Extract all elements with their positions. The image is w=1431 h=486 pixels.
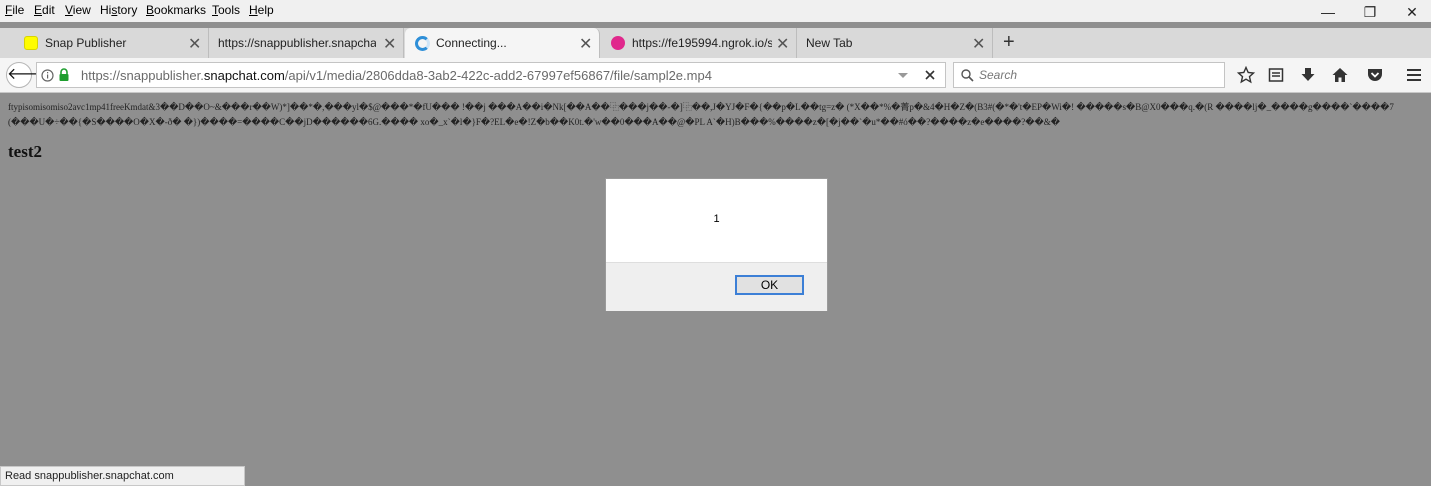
stop-icon[interactable]	[925, 70, 935, 80]
menu-icon[interactable]	[1404, 66, 1424, 84]
close-icon[interactable]: ✕	[972, 34, 985, 54]
minimize-icon[interactable]: —	[1313, 2, 1343, 22]
menu-edit[interactable]: Edit	[34, 3, 55, 17]
info-icon[interactable]	[41, 69, 54, 82]
status-bar: Read snappublisher.snapchat.com	[0, 466, 245, 486]
tab-title: Connecting...	[436, 36, 507, 50]
alert-footer: OK	[606, 262, 827, 311]
back-arrow-icon[interactable]: 🡐	[6, 62, 50, 88]
lock-icon[interactable]	[58, 68, 70, 82]
tab-title: Snap Publisher	[45, 36, 127, 50]
tab-title: https://snappublisher.snapchat.c	[218, 36, 376, 50]
menu-view[interactable]: View	[65, 3, 91, 17]
home-icon[interactable]	[1330, 66, 1350, 84]
tab-strip: Snap Publisher ✕ https://snappublisher.s…	[0, 28, 1431, 58]
close-icon[interactable]: ✕	[776, 34, 789, 54]
close-icon[interactable]: ✕	[188, 34, 201, 54]
tab-snappublisher-url[interactable]: https://snappublisher.snapchat.c ✕	[209, 28, 404, 58]
close-icon[interactable]: ✕	[383, 34, 396, 54]
reading-list-icon[interactable]	[1266, 66, 1286, 84]
navigation-bar: 🡐 https://snappublisher.snapchat.com/api…	[0, 58, 1431, 93]
ngrok-favicon-icon	[611, 36, 625, 50]
search-bar[interactable]: Search	[953, 62, 1225, 88]
url-bar[interactable]: https://snappublisher.snapchat.com/api/v…	[36, 62, 946, 88]
tab-connecting[interactable]: Connecting... ✕	[405, 28, 600, 58]
menu-help[interactable]: Help	[249, 3, 274, 17]
alert-message: 1	[713, 213, 720, 225]
menu-bar: File Edit View History Bookmarks Tools H…	[0, 0, 1431, 22]
url-text[interactable]: https://snappublisher.snapchat.com/api/v…	[81, 68, 712, 83]
menu-history[interactable]: History	[100, 3, 137, 17]
tab-ngrok[interactable]: https://fe195994.ngrok.io/sa ✕	[601, 28, 797, 58]
tab-title: https://fe195994.ngrok.io/sa	[632, 36, 772, 50]
menu-bookmarks[interactable]: Bookmarks	[146, 3, 206, 17]
search-icon	[961, 69, 974, 82]
loading-spinner-icon	[415, 36, 430, 51]
alert-dialog: 1 OK	[605, 178, 828, 311]
tab-new-tab[interactable]: New Tab ✕	[797, 28, 993, 58]
new-tab-plus-icon[interactable]: +	[1003, 31, 1015, 54]
raw-file-content: ftypisomisomiso2avc1mp41freeKmdat&3��D��…	[8, 102, 1394, 127]
menu-file[interactable]: File	[5, 3, 24, 17]
window-close-icon[interactable]: ✕	[1397, 2, 1427, 22]
menu-tools[interactable]: Tools	[212, 3, 240, 17]
download-icon[interactable]	[1298, 66, 1318, 84]
snapchat-ghost-icon	[24, 36, 38, 50]
close-icon[interactable]: ✕	[579, 34, 592, 54]
restore-icon[interactable]: ❐	[1355, 2, 1385, 22]
tab-snap-publisher[interactable]: Snap Publisher ✕	[14, 28, 209, 58]
star-icon[interactable]	[1236, 66, 1256, 84]
dropdown-arrow-icon[interactable]	[897, 72, 909, 80]
ok-button[interactable]: OK	[735, 275, 804, 295]
pocket-icon[interactable]	[1365, 66, 1385, 84]
search-input[interactable]: Search	[979, 68, 1017, 82]
tab-title: New Tab	[806, 36, 853, 50]
page-heading: test2	[8, 142, 42, 161]
